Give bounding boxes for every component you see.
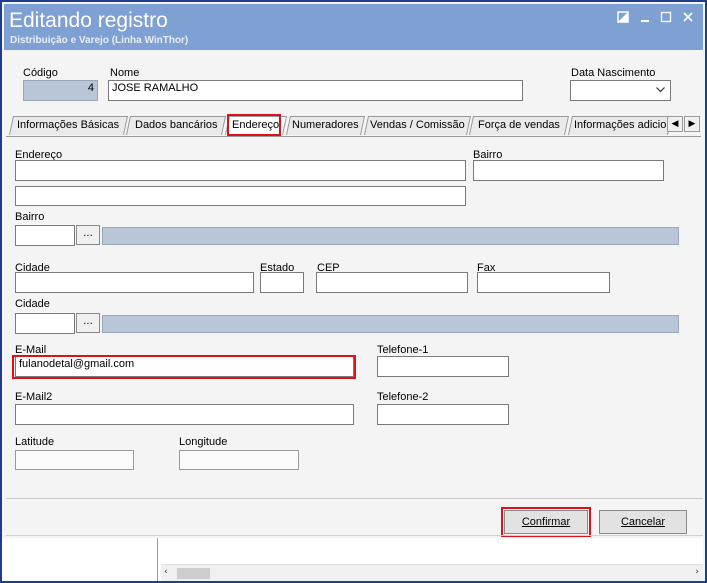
latitude-label: Latitude [15, 436, 55, 448]
title-bar[interactable]: Editando registro Distribuição e Varejo … [4, 4, 703, 50]
button-separator [6, 498, 703, 499]
data-nascimento-dropdown[interactable] [570, 80, 671, 101]
bairro-label: Bairro [15, 211, 45, 223]
fax-field[interactable] [477, 272, 610, 293]
tab-label: Numeradores [292, 119, 359, 131]
tab-label: Informações Básicas [17, 119, 120, 131]
tab-label: Dados bancários [134, 119, 218, 131]
tab-scroll-left-icon[interactable]: ◀ [667, 116, 683, 132]
tab-strip: Informações Básicas Dados bancários Ende… [8, 116, 700, 136]
data-nascimento-label: Data Nascimento [571, 67, 656, 79]
telefone1-field[interactable] [377, 356, 509, 377]
nome-label: Nome [110, 67, 140, 79]
tab-numeradores[interactable]: Numeradores [285, 116, 366, 135]
cancel-button[interactable]: Cancelar [599, 510, 687, 534]
cep-field[interactable] [316, 272, 468, 293]
bairro-lookup-button[interactable]: ... [76, 225, 100, 245]
cidade-code-field[interactable] [15, 313, 75, 334]
cidade-field[interactable] [15, 272, 254, 293]
maximize-icon[interactable] [657, 10, 675, 28]
telefone2-label: Telefone-2 [377, 391, 429, 403]
minimize-icon[interactable] [636, 10, 654, 28]
tab-informacoes-adicionais[interactable]: Informações adicio [567, 116, 673, 135]
cidade-lookup-label: Cidade [15, 298, 50, 310]
window-subtitle: Distribuição e Varejo (Linha WinThor) [10, 35, 189, 46]
tab-divider [6, 136, 701, 137]
bairro-description-field [102, 227, 679, 245]
tab-vendas-comissao[interactable]: Vendas / Comissão [363, 116, 472, 135]
longitude-label: Longitude [179, 436, 228, 448]
scroll-right-icon[interactable]: › [695, 567, 699, 577]
tab-scroll-right-icon[interactable]: ▶ [684, 116, 700, 132]
tab-dados-bancarios[interactable]: Dados bancários [125, 116, 227, 135]
tab-forca-de-vendas[interactable]: Força de vendas [468, 116, 570, 135]
bottom-panel-divider [157, 538, 158, 581]
bairro-code-field[interactable] [15, 225, 75, 246]
close-icon[interactable] [679, 10, 697, 28]
telefone1-label: Telefone-1 [377, 344, 429, 356]
chevron-down-icon [656, 87, 665, 93]
dialog-content: Código 4 Nome JOSE RAMALHO Data Nascimen… [4, 50, 703, 581]
tab-endereco[interactable]: Endereço [224, 116, 288, 135]
endereco-field-1[interactable] [15, 160, 466, 181]
scroll-left-icon[interactable]: ‹ [164, 567, 168, 577]
latitude-field[interactable] [15, 450, 134, 470]
longitude-field[interactable] [179, 450, 299, 470]
tab-informacoes-basicas[interactable]: Informações Básicas [8, 116, 129, 135]
tab-scroll: ◀ ▶ [667, 116, 701, 132]
estado-field[interactable] [260, 272, 304, 293]
nome-field[interactable]: JOSE RAMALHO [108, 80, 523, 101]
tab-label: Força de vendas [478, 119, 560, 131]
cidade-description-field [102, 315, 679, 333]
scrollbar-thumb[interactable] [177, 568, 210, 579]
cidade-lookup-button[interactable]: ... [76, 313, 100, 333]
tab-label: Informações adicio [573, 119, 667, 131]
telefone2-field[interactable] [377, 404, 509, 425]
email2-label: E-Mail2 [15, 391, 53, 403]
confirm-label: Confirmar [521, 516, 571, 528]
tab-label: Endereço [232, 119, 280, 131]
codigo-label: Código [23, 67, 58, 79]
window-frame: Editando registro Distribuição e Varejo … [0, 0, 707, 583]
window-title: Editando registro [9, 9, 168, 32]
codigo-field[interactable]: 4 [23, 80, 98, 101]
bottom-separator [6, 535, 703, 536]
confirm-button[interactable]: Confirmar [504, 510, 588, 534]
email-label: E-Mail [15, 344, 47, 356]
tab-label: Vendas / Comissão [370, 119, 465, 131]
endereco-field-2[interactable] [15, 186, 466, 206]
bairro-field-right[interactable] [473, 160, 664, 181]
horizontal-scrollbar[interactable]: ‹ › [161, 564, 703, 581]
restore-icon[interactable] [614, 10, 632, 28]
email-field[interactable]: fulanodetal@gmail.com [15, 356, 354, 377]
cancel-label: Cancelar [620, 516, 666, 528]
email2-field[interactable] [15, 404, 354, 425]
